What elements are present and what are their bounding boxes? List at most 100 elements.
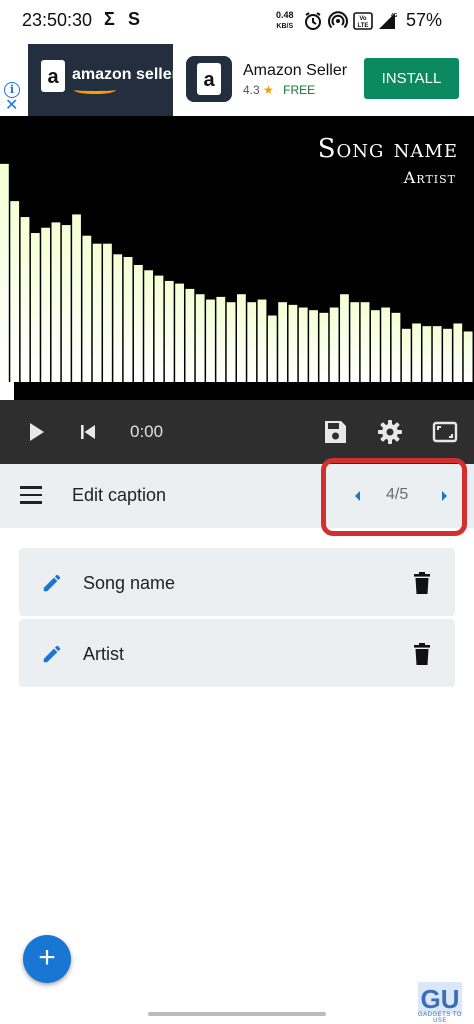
install-button[interactable]: INSTALL: [364, 58, 459, 99]
edit-icon[interactable]: [41, 572, 63, 594]
spectrum-bar: [133, 264, 143, 382]
ad-banner[interactable]: i ✕ a amazon seller a Amazon Seller 4.3 …: [0, 44, 474, 116]
spectrum-bar: [381, 307, 391, 382]
spectrum-bar: [257, 299, 267, 382]
svg-text:Vo: Vo: [359, 16, 367, 22]
spectrum-bar: [370, 310, 380, 382]
alarm-icon: [305, 12, 321, 30]
spectrum-bar: [154, 275, 164, 382]
menu-icon[interactable]: [20, 486, 42, 504]
amazon-logo-icon: a: [197, 63, 221, 95]
spectrum-bar: [82, 235, 92, 382]
spectrum-bar: [340, 294, 349, 382]
svg-text:4G: 4G: [391, 13, 397, 19]
spectrum-bar: [206, 299, 215, 382]
caption-item[interactable]: Song name: [19, 548, 455, 616]
spectrum-bar: [216, 296, 226, 382]
caption-item-label: Artist: [83, 644, 125, 664]
spectrum-bar: [103, 243, 112, 382]
status-bar: 23:50:30 Σ S 0.48 KB/S Vo LTE 4G 57%: [0, 0, 474, 44]
spectrum-bar: [350, 302, 360, 382]
spectrum-bar: [463, 331, 473, 382]
playback-time: 0:00: [130, 422, 164, 441]
watermark-text: GADGETS TO USE: [417, 1012, 463, 1024]
hotspot-icon: [328, 11, 348, 29]
s-app-notification-icon: S: [128, 9, 141, 29]
spectrum-bar: [61, 225, 71, 382]
player-controls: 0:00: [0, 400, 474, 464]
spectrum-bar: [329, 307, 339, 382]
spectrum-bar: [41, 227, 51, 382]
caption-item[interactable]: Artist: [19, 619, 455, 687]
gesture-navigation-bar[interactable]: [148, 1012, 326, 1016]
ad-info-icon[interactable]: i: [4, 82, 20, 98]
ad-rating: 4.3 ★ FREE: [243, 83, 315, 97]
edit-icon[interactable]: [41, 643, 63, 665]
spectrum-bar: [401, 328, 411, 382]
ad-app-icon[interactable]: a: [186, 56, 232, 102]
spectrum-bar: [20, 217, 30, 382]
spectrum-bar: [195, 294, 205, 382]
ad-price: FREE: [283, 83, 316, 97]
spectrum-bar: [412, 323, 421, 382]
signal-icon: 4G: [379, 13, 397, 29]
amazon-logo-icon: a: [41, 60, 65, 92]
spectrum-bar: [30, 233, 40, 382]
visualizer-artist: Artist: [403, 168, 456, 187]
spectrum-bar: [432, 326, 442, 382]
audio-visualizer: Song name Artist: [0, 116, 474, 400]
spectrum-bar: [443, 328, 452, 382]
spectrum-bar: [144, 270, 154, 382]
svg-text:LTE: LTE: [358, 23, 369, 29]
spectrum-bar: [247, 302, 257, 382]
network-speed: 0.48 KB/S: [276, 10, 294, 32]
spectrum-bar: [175, 283, 184, 382]
spectrum-bar: [72, 214, 81, 382]
playback-progress-indicator[interactable]: [0, 382, 14, 400]
spectrum-bar: [309, 310, 318, 382]
spectrum-bar: [391, 312, 401, 382]
spectrum-bar: [267, 315, 277, 382]
ad-banner-text: amazon seller: [72, 66, 178, 83]
spectrum-bar: [298, 307, 308, 382]
spectrum-bar: [319, 312, 329, 382]
spectrum-bar: [51, 222, 61, 382]
volte-icon: Vo LTE: [353, 12, 373, 30]
amazon-smile-icon: [74, 86, 116, 94]
visualizer-song-name: Song name: [317, 134, 458, 164]
spectrum-bar: [422, 326, 432, 382]
skip-previous-icon[interactable]: [72, 416, 104, 448]
watermark-logo-text: GU: [421, 984, 460, 1014]
star-icon: ★: [263, 83, 274, 97]
ad-title[interactable]: Amazon Seller: [243, 62, 347, 80]
annotation-highlight-box: [321, 458, 467, 536]
spectrum-bar: [453, 323, 463, 382]
spectrum-bar: [237, 294, 246, 382]
network-speed-unit: KB/S: [276, 23, 294, 30]
caption-item-label: Song name: [83, 573, 176, 593]
network-speed-value: 0.48: [276, 10, 294, 20]
add-caption-button[interactable]: +: [23, 935, 71, 983]
plus-icon: +: [38, 941, 56, 974]
delete-icon[interactable]: [413, 643, 431, 665]
spectrum-bar: [226, 302, 236, 382]
fullscreen-icon[interactable]: [429, 416, 461, 448]
spectrum-bar: [288, 304, 298, 382]
caption-title: Edit caption: [72, 485, 167, 505]
spectrum-bar: [113, 254, 123, 382]
sigma-notification-icon: Σ: [104, 9, 115, 29]
play-icon[interactable]: [20, 416, 52, 448]
settings-icon[interactable]: [374, 416, 406, 448]
ad-close-icon[interactable]: ✕: [5, 98, 18, 114]
status-time: 23:50:30: [22, 10, 93, 30]
spectrum-bar: [0, 163, 9, 382]
ad-rating-value: 4.3: [243, 83, 260, 97]
save-icon[interactable]: [319, 416, 351, 448]
spectrum-bar: [360, 302, 370, 382]
spectrum-bar: [123, 256, 133, 382]
spectrum-bar: [92, 243, 102, 382]
ad-banner-image[interactable]: a amazon seller: [28, 44, 178, 116]
spectrum-bar: [10, 201, 20, 382]
battery-percent: 57%: [406, 10, 443, 30]
delete-icon[interactable]: [413, 572, 431, 594]
